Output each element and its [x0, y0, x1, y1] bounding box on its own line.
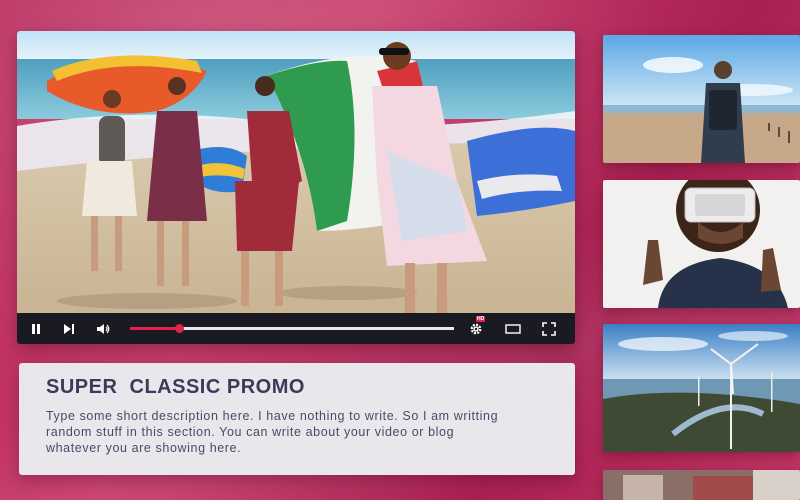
thumbnail-vr-headset[interactable]	[603, 180, 800, 308]
skip-next-icon[interactable]	[60, 320, 78, 338]
hd-badge: HD	[476, 316, 486, 322]
thumbnail-image	[603, 180, 800, 308]
video-frame[interactable]	[17, 31, 575, 313]
video-title: SUPER CLASSIC PROMO	[46, 376, 305, 398]
thumbnail-image	[603, 35, 800, 163]
pause-icon[interactable]	[27, 320, 45, 338]
settings-gear-icon[interactable]: HD	[467, 316, 486, 338]
progress-knob[interactable]	[174, 324, 184, 333]
progress-bar[interactable]	[130, 324, 454, 333]
video-description: Type some short description here. I have…	[46, 409, 499, 455]
fullscreen-icon[interactable]	[540, 320, 558, 338]
video-player[interactable]: HD	[17, 31, 575, 344]
thumbnail-image	[603, 324, 800, 452]
progress-fill	[130, 327, 179, 330]
thumbnail-wind-turbine[interactable]	[603, 324, 800, 452]
theater-mode-icon[interactable]	[504, 320, 522, 338]
description-card: SUPER CLASSIC PROMO Type some short desc…	[19, 363, 575, 475]
thumbnail-partial[interactable]	[603, 470, 800, 500]
volume-icon[interactable]	[94, 320, 112, 338]
thumbnail-beach-backpack[interactable]	[603, 35, 800, 163]
thumbnail-image	[603, 470, 800, 500]
player-controls: HD	[17, 313, 575, 344]
